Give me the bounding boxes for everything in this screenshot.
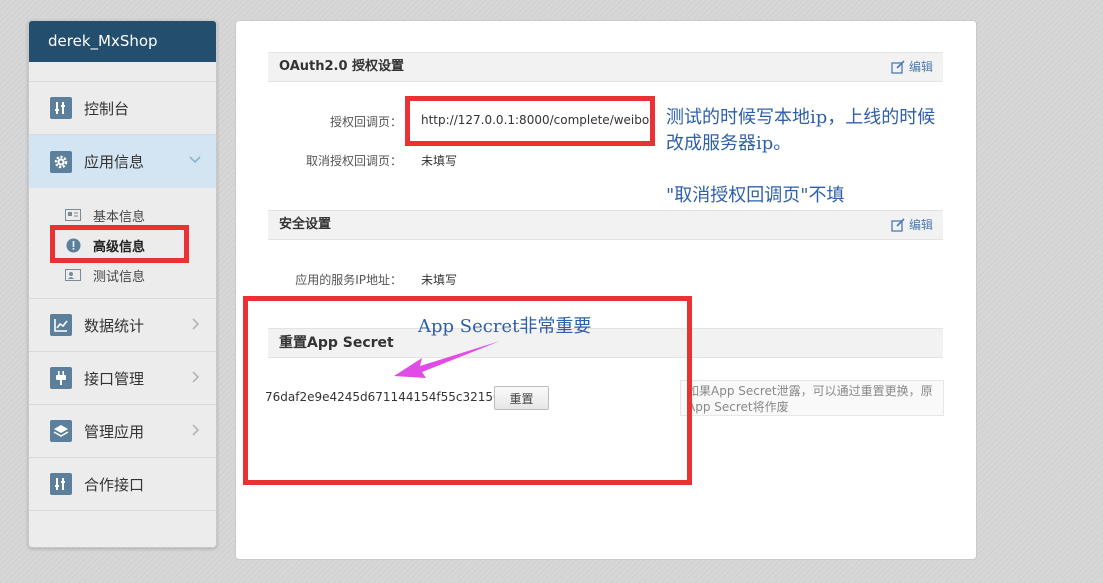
sidebar-item-console[interactable]: 控制台 <box>29 82 216 135</box>
console-icon <box>50 473 72 495</box>
sidebar-item-app-info[interactable]: 应用信息 <box>29 135 216 188</box>
chart-icon <box>50 314 72 336</box>
security-section-header: 安全设置 编辑 <box>268 210 943 240</box>
annotation-note-cancel: "取消授权回调页"不填 <box>666 185 845 206</box>
oauth-edit-link[interactable]: 编辑 <box>891 53 933 81</box>
cancel-callback-value: 未填写 <box>421 154 458 168</box>
sidebar-item-label: 控制台 <box>84 99 130 118</box>
callback-url-label: 授权回调页： <box>329 115 402 129</box>
sidebar-item-label: 应用信息 <box>84 153 145 171</box>
chevron-down-icon <box>189 156 201 164</box>
chevron-right-icon <box>192 424 200 436</box>
sidebar-item-label: 数据统计 <box>84 316 145 335</box>
annotation-note-callback: 测试的时候写本地ip，上线的时候 改成服务器ip。 <box>666 107 936 154</box>
plug-icon <box>50 367 72 389</box>
edit-icon <box>891 218 905 232</box>
highlight-box-advanced-info <box>50 225 189 263</box>
console-icon <box>50 97 72 119</box>
sidebar-item-label: 合作接口 <box>84 475 145 494</box>
chevron-right-icon <box>192 318 200 330</box>
sidebar-subitem-test-info[interactable]: 测试信息 <box>65 260 216 290</box>
server-ip-value: 未填写 <box>421 273 458 287</box>
sidebar-item-statistics[interactable]: 数据统计 <box>29 299 216 352</box>
server-ip-label: 应用的服务IP地址： <box>295 273 402 287</box>
oauth-section-header: OAuth2.0 授权设置 编辑 <box>268 52 943 82</box>
sidebar-item-label: 接口管理 <box>84 369 145 388</box>
layers-icon <box>50 420 72 442</box>
cancel-callback-label: 取消授权回调页： <box>305 154 402 168</box>
user-card-icon <box>65 269 81 282</box>
annotation-arrow-icon <box>394 341 500 378</box>
edit-icon <box>891 60 905 74</box>
chevron-right-icon <box>192 371 200 383</box>
sidebar-item-partner-api[interactable]: 合作接口 <box>29 458 216 511</box>
sidebar-item-manage-apps[interactable]: 管理应用 <box>29 405 216 458</box>
reset-secret-hint: 如果App Secret泄露，可以通过重置更换，原App Secret将作废 <box>680 380 944 416</box>
app-name-header: derek_MxShop <box>29 21 216 62</box>
highlight-box-callback-url <box>405 96 655 146</box>
gear-icon <box>50 150 72 173</box>
sidebar: derek_MxShop 控制台 应用信息 基本信息 高级信息 测试信息 数据统… <box>28 20 217 548</box>
id-card-icon <box>65 209 81 222</box>
security-edit-link[interactable]: 编辑 <box>891 211 933 239</box>
sidebar-item-api-management[interactable]: 接口管理 <box>29 352 216 405</box>
sidebar-item-label: 管理应用 <box>84 422 145 441</box>
